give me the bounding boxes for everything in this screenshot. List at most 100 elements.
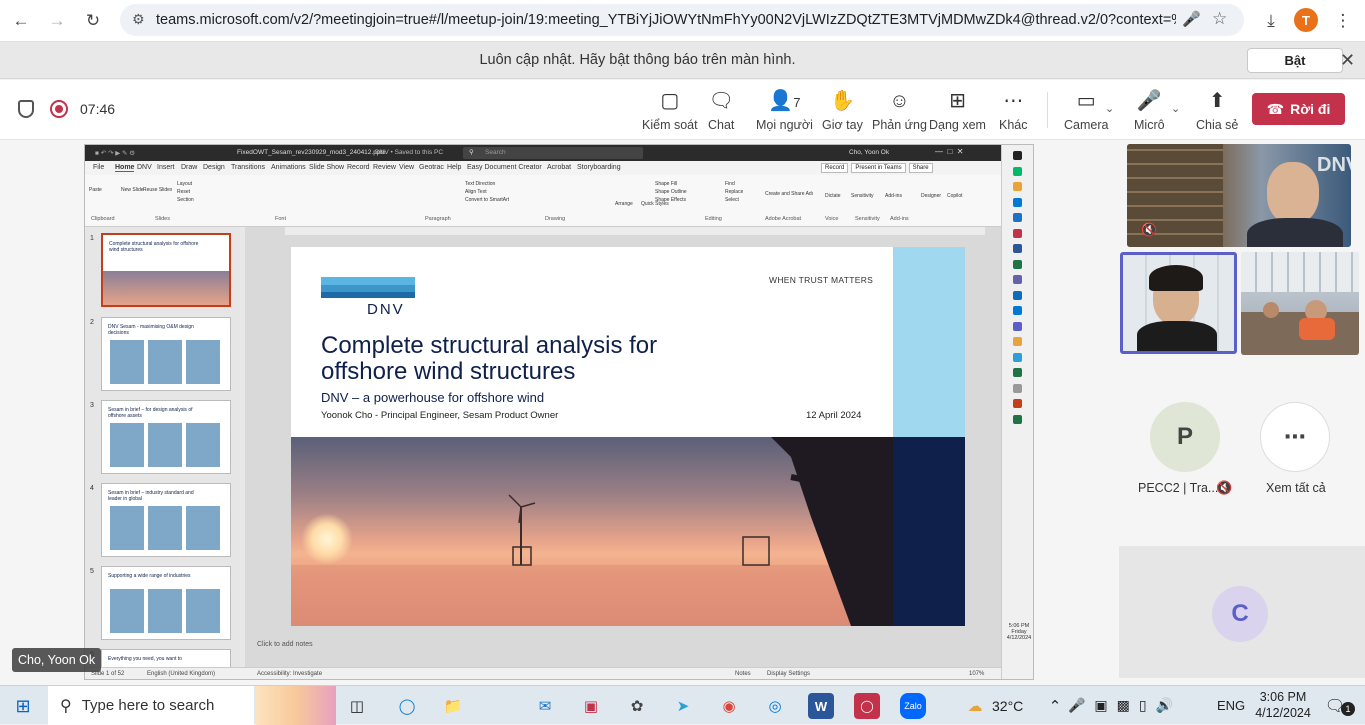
- camera-button[interactable]: ▭ Camera: [1064, 88, 1108, 132]
- address-bar[interactable]: ⚙ teams.microsoft.com/v2/?meetingjoin=tr…: [120, 4, 1244, 36]
- word-icon[interactable]: W: [808, 693, 834, 719]
- ribbon-tab-design[interactable]: Design: [203, 164, 225, 171]
- app-icon-network[interactable]: ✿: [624, 693, 650, 719]
- status-language[interactable]: English (United Kingdom): [147, 671, 215, 677]
- chrome-icon[interactable]: ◉: [716, 693, 742, 719]
- leave-button[interactable]: ☎ Rời đi: [1252, 93, 1345, 125]
- windows-start-icon[interactable]: ⊞: [10, 693, 36, 719]
- ribbon-button-new-slide[interactable]: New Slide: [121, 187, 144, 193]
- participant-tile-c[interactable]: C: [1119, 546, 1365, 678]
- ribbon-tab-acrobat[interactable]: Acrobat: [547, 164, 571, 171]
- status-zoom[interactable]: 107%: [969, 671, 984, 677]
- status-display[interactable]: Display Settings: [767, 671, 810, 677]
- ribbon-tab-slide-show[interactable]: Slide Show: [309, 164, 344, 171]
- camera-options-chevron-icon[interactable]: ⌄: [1105, 102, 1114, 115]
- record-button[interactable]: Record: [821, 163, 849, 173]
- side-app-icon[interactable]: [1013, 399, 1022, 408]
- ribbon-tab-help[interactable]: Help: [447, 164, 461, 171]
- system-tray-icons[interactable]: 🎤▣▩▯🔊: [1068, 697, 1182, 714]
- more-button[interactable]: ⋯ Khác: [999, 88, 1028, 132]
- participant-avatar-p[interactable]: P: [1150, 402, 1220, 472]
- ribbon-tab-transitions[interactable]: Transitions: [231, 164, 265, 171]
- ribbon-tab-geotrac[interactable]: Geotrac: [419, 164, 444, 171]
- side-app-icon[interactable]: [1013, 337, 1022, 346]
- side-app-icon[interactable]: [1013, 151, 1022, 160]
- ribbon-tab-insert[interactable]: Insert: [157, 164, 175, 171]
- search-box[interactable]: ⚲ Search: [463, 147, 643, 159]
- ribbon-tab-easy-document-creator[interactable]: Easy Document Creator: [467, 164, 542, 171]
- chat-button[interactable]: 🗨 Chat: [708, 88, 734, 132]
- ribbon-button-shape-outline[interactable]: Shape Outline: [655, 189, 687, 195]
- ribbon-tab-home[interactable]: Home: [115, 164, 135, 172]
- side-app-icon[interactable]: [1013, 259, 1022, 269]
- ribbon-button-arrange[interactable]: Arrange: [615, 201, 633, 207]
- taskbar-clock[interactable]: 3:06 PM 4/12/2024: [1255, 689, 1311, 721]
- side-app-icon[interactable]: [1013, 244, 1022, 253]
- taskbar-search[interactable]: ⚲ Type here to search: [48, 686, 254, 725]
- ribbon-button-sensitivity[interactable]: Sensitivity: [851, 193, 874, 199]
- side-app-icon[interactable]: [1013, 166, 1022, 176]
- ribbon-button-shape-effects[interactable]: Shape Effects: [655, 197, 686, 203]
- window-controls[interactable]: — □ ✕: [935, 147, 963, 156]
- ribbon-button-reuse-slides[interactable]: Reuse Slides: [143, 187, 172, 193]
- side-app-icon[interactable]: [1013, 352, 1022, 362]
- raise-hand-button[interactable]: ✋ Giơ tay: [822, 88, 863, 132]
- side-app-icon[interactable]: [1013, 321, 1022, 331]
- edge-icon[interactable]: ◯: [394, 693, 420, 719]
- forward-icon[interactable]: →: [44, 8, 70, 34]
- microphone-icon[interactable]: 🎤: [1182, 10, 1201, 28]
- enable-notifications-button[interactable]: Bật: [1247, 48, 1343, 73]
- side-app-icon[interactable]: [1013, 197, 1022, 207]
- weather-temp[interactable]: 32°C: [992, 698, 1023, 714]
- ribbon-button-find[interactable]: Find: [725, 181, 735, 187]
- app-icon-blue[interactable]: ◎: [762, 693, 788, 719]
- side-app-icon[interactable]: [1013, 368, 1022, 377]
- mic-button[interactable]: 🎤 Micrô: [1134, 88, 1165, 132]
- ribbon-button-convert-to-smartart[interactable]: Convert to SmartArt: [465, 197, 509, 203]
- side-app-icon[interactable]: [1013, 228, 1022, 238]
- ribbon-button-designer[interactable]: Designer: [921, 193, 941, 199]
- download-icon[interactable]: ⤓: [1258, 8, 1284, 34]
- participant-video-2-active-speaker[interactable]: [1120, 252, 1237, 354]
- react-button[interactable]: ☺ Phản ứng: [872, 88, 927, 132]
- side-app-icon[interactable]: [1013, 275, 1022, 284]
- bookmark-star-icon[interactable]: ☆: [1212, 9, 1227, 29]
- status-notes[interactable]: Notes: [735, 671, 751, 677]
- participant-video-3-room[interactable]: [1241, 252, 1359, 355]
- ribbon-button-select[interactable]: Select: [725, 197, 739, 203]
- current-slide[interactable]: DNV WHEN TRUST MATTERS Complete structur…: [291, 247, 965, 626]
- ribbon-button-copilot[interactable]: Copilot: [947, 193, 963, 199]
- close-icon[interactable]: ✕: [1340, 50, 1355, 71]
- ribbon-button-section[interactable]: Section: [177, 197, 194, 203]
- side-app-icon[interactable]: [1013, 414, 1022, 424]
- ribbon-button-text-direction[interactable]: Text Direction: [465, 181, 495, 187]
- slide-thumbnail[interactable]: Sesam in brief – for design analysis of …: [101, 400, 231, 474]
- mail-icon[interactable]: ✉: [532, 693, 558, 719]
- ribbon-tab-dnv[interactable]: DNV: [137, 164, 152, 171]
- mic-options-chevron-icon[interactable]: ⌄: [1171, 102, 1180, 115]
- pdf-app-icon[interactable]: ◯: [854, 693, 880, 719]
- slide-thumbnail[interactable]: Supporting a wide range of industries: [101, 566, 231, 640]
- side-app-icon[interactable]: [1013, 182, 1022, 191]
- file-explorer-icon[interactable]: 📁: [440, 693, 466, 719]
- ribbon-button-layout[interactable]: Layout: [177, 181, 192, 187]
- notes-placeholder[interactable]: Click to add notes: [257, 641, 313, 648]
- side-app-icon[interactable]: [1013, 290, 1022, 300]
- site-settings-icon[interactable]: ⚙: [132, 11, 145, 28]
- task-view-icon[interactable]: ◫: [344, 693, 370, 719]
- slide-thumbnail[interactable]: DNV Sesam - maximising O&M design decisi…: [101, 317, 231, 391]
- participant-video-1[interactable]: DNV 🔇: [1127, 144, 1351, 247]
- view-button[interactable]: ⊞ Dạng xem: [929, 88, 986, 132]
- share-doc-button[interactable]: Share: [908, 163, 933, 173]
- share-button[interactable]: ⬆ Chia sẻ: [1196, 88, 1238, 132]
- status-accessibility[interactable]: Accessibility: Investigate: [257, 671, 322, 677]
- reload-icon[interactable]: ↻: [80, 8, 106, 34]
- input-language[interactable]: ENG: [1217, 698, 1245, 713]
- ribbon-button-add-ins[interactable]: Add-ins: [885, 193, 902, 199]
- app-icon-red[interactable]: ▣: [578, 693, 604, 719]
- present-in-teams-button[interactable]: Present in Teams: [851, 163, 906, 173]
- ribbon-tab-storyboarding[interactable]: Storyboarding: [577, 164, 621, 171]
- browser-menu-icon[interactable]: ⋮: [1330, 8, 1356, 34]
- ribbon-tab-file[interactable]: File: [93, 164, 104, 171]
- people-button[interactable]: 👤7 Mọi người: [756, 88, 813, 132]
